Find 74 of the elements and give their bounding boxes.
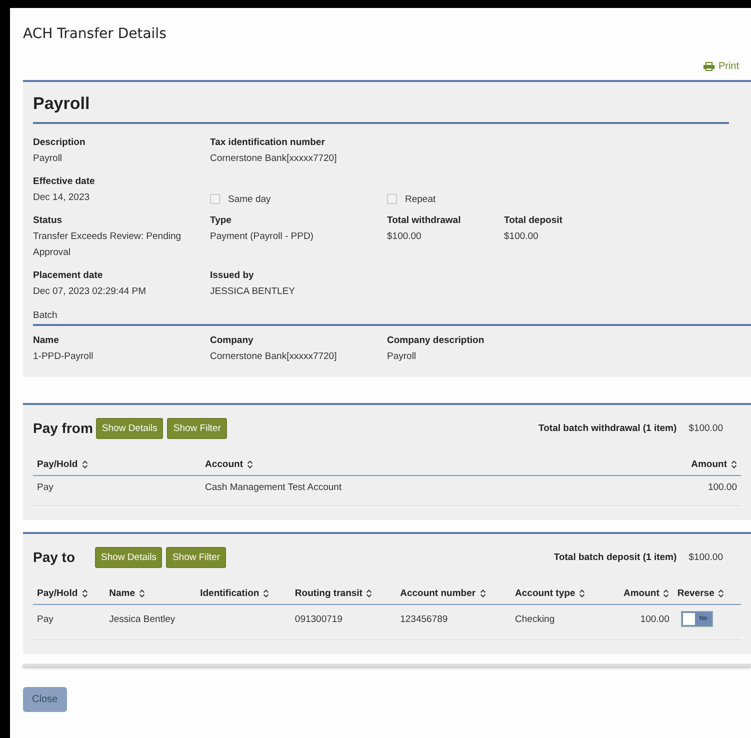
field-value: Payroll [33, 152, 64, 166]
field-label: Company [210, 334, 254, 348]
table-cell: Pay [37, 614, 54, 624]
total-value: $100.00 [688, 422, 723, 434]
column-header[interactable]: Account [205, 459, 243, 470]
checkbox[interactable] [387, 194, 397, 204]
column-header[interactable]: Account number [400, 588, 476, 599]
field-value: Payroll [387, 350, 418, 364]
table-cell: 091300719 [294, 614, 342, 624]
field-label: Total withdrawal [387, 214, 462, 228]
sort-icon[interactable] [82, 588, 88, 598]
field-label: Placement date [33, 269, 104, 283]
action-button[interactable]: Show Filter [166, 546, 226, 568]
field-value: Transfer Exceeds Review: Pending Approval [33, 230, 182, 260]
total-label: Total batch deposit (1 item) [554, 552, 677, 562]
column-header[interactable]: Routing transit [294, 588, 362, 599]
checkbox[interactable] [210, 194, 220, 204]
table-cell: 123456789 [400, 614, 448, 624]
field-label: Total deposit [504, 214, 564, 228]
column-header[interactable]: Name [109, 588, 135, 599]
column-header[interactable]: Amount [623, 588, 660, 599]
section-title: Payroll [33, 82, 729, 124]
dialog-title: ACH Transfer Details [23, 25, 168, 44]
sort-icon[interactable] [731, 460, 737, 469]
field-label: Issued by [210, 269, 255, 283]
sort-icon[interactable] [366, 588, 372, 598]
column-header[interactable]: Reverse [677, 588, 714, 599]
field-value: Cornerstone Bank[xxxxx7720] [210, 350, 338, 364]
total-label: Total batch withdrawal (1 item) [538, 422, 677, 434]
total-value: $100.00 [688, 552, 723, 562]
sort-icon[interactable] [663, 588, 670, 598]
sort-icon[interactable] [480, 588, 486, 598]
field-value: Dec 14, 2023 [33, 191, 91, 205]
printer-icon[interactable] [703, 62, 716, 70]
field-value: Dec 07, 2023 02:29:44 PM [33, 285, 148, 299]
field-value: 1-PPD-Payroll [33, 350, 94, 364]
field-label: Tax identification number [210, 136, 326, 150]
table-cell: 100.00 [708, 482, 737, 493]
field-label: Company description [387, 334, 486, 348]
batch-heading: Batch [33, 308, 751, 326]
table-cell: Pay [37, 482, 54, 493]
field-value: $100.00 [387, 230, 422, 244]
column-header[interactable]: Identification [200, 588, 260, 599]
table-cell: 100.00 [640, 614, 670, 624]
sort-icon[interactable] [718, 588, 724, 598]
column-header[interactable]: Amount [691, 459, 727, 470]
checkbox-label: Repeat [405, 194, 436, 204]
field-value: JESSICA BENTLEY [210, 285, 296, 299]
action-button[interactable]: Show Details [95, 546, 162, 568]
checkbox-label: Same day [228, 194, 271, 204]
field-label: Name [33, 334, 60, 348]
table-cell: Checking [515, 614, 555, 624]
section-title: Pay to [33, 549, 76, 565]
table-cell: Jessica Bentley [109, 614, 176, 624]
sort-icon[interactable] [263, 588, 270, 598]
field-value: $100.00 [504, 230, 540, 244]
section-title: Pay from [33, 420, 93, 436]
action-button[interactable]: Show Details [96, 418, 164, 438]
sort-icon[interactable] [138, 588, 145, 598]
field-label: Status [33, 214, 64, 228]
field-label: Effective date [33, 175, 96, 189]
print-link[interactable]: Print [703, 58, 739, 74]
column-header[interactable]: Pay/Hold [37, 459, 78, 470]
sort-icon[interactable] [579, 588, 586, 598]
field-label: Description [33, 136, 86, 150]
field-value: Cornerstone Bank[xxxxx7720] [210, 152, 338, 166]
column-header[interactable]: Account type [515, 588, 576, 599]
table-cell: Cash Management Test Account [205, 482, 342, 493]
field-label: Type [210, 214, 232, 228]
action-button[interactable]: Show Filter [167, 418, 227, 438]
sort-icon[interactable] [247, 460, 253, 469]
field-value: Payment (Payroll - PPD) [210, 230, 314, 244]
column-header[interactable]: Pay/Hold [37, 588, 78, 599]
sort-icon[interactable] [82, 460, 88, 469]
